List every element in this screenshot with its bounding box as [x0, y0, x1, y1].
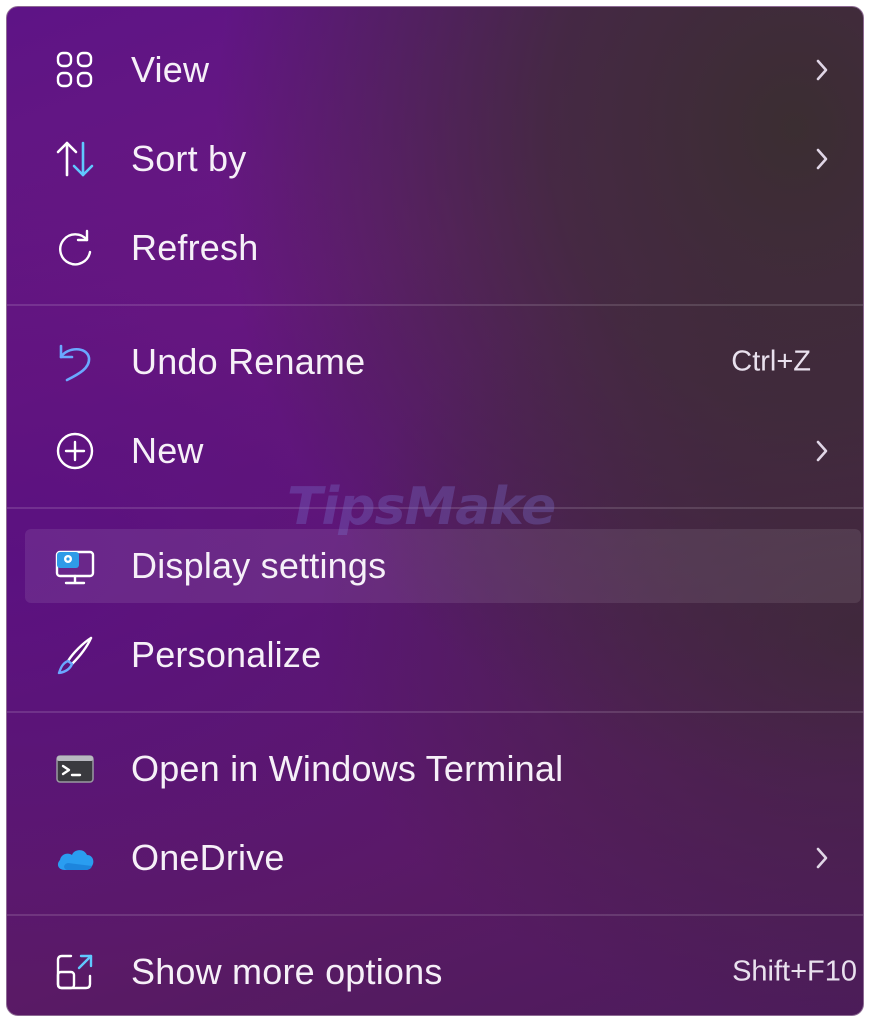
undo-icon	[53, 340, 97, 384]
menu-item-onedrive[interactable]: OneDrive	[25, 821, 861, 895]
display-settings-icon	[53, 544, 97, 588]
menu-item-display-settings[interactable]: Display settings	[25, 529, 861, 603]
menu-item-label: Open in Windows Terminal	[131, 748, 564, 789]
menu-separator	[7, 914, 863, 916]
menu-item-label: Show more options	[131, 951, 443, 992]
refresh-icon	[53, 226, 97, 270]
chevron-right-icon	[813, 145, 831, 173]
menu-separator	[7, 711, 863, 713]
view-grid-icon	[53, 48, 97, 92]
menu-item-label: Refresh	[131, 227, 259, 268]
menu-separator	[7, 507, 863, 509]
show-more-options-icon	[53, 950, 97, 994]
menu-item-new[interactable]: New	[25, 414, 861, 488]
menu-separator	[7, 304, 863, 306]
shortcut-hint: Ctrl+Z	[731, 345, 811, 378]
menu-item-personalize[interactable]: Personalize	[25, 618, 861, 692]
context-menu: View Sort by Refresh Undo Rename Ctrl+Z …	[6, 6, 864, 1016]
menu-item-sort-by[interactable]: Sort by	[25, 122, 861, 196]
menu-item-view[interactable]: View	[25, 33, 861, 107]
menu-item-label: Personalize	[131, 634, 322, 675]
onedrive-cloud-icon	[53, 836, 97, 880]
chevron-right-icon	[813, 437, 831, 465]
menu-item-label: Sort by	[131, 138, 247, 179]
menu-item-label: Undo Rename	[131, 341, 366, 382]
menu-item-label: Display settings	[131, 545, 387, 586]
plus-circle-icon	[53, 429, 97, 473]
chevron-right-icon	[813, 56, 831, 84]
menu-item-label: New	[131, 430, 204, 471]
terminal-icon	[53, 747, 97, 791]
shortcut-hint: Shift+F10	[732, 955, 857, 988]
menu-item-refresh[interactable]: Refresh	[25, 211, 861, 285]
menu-item-undo-rename[interactable]: Undo Rename Ctrl+Z	[25, 325, 861, 399]
menu-item-label: View	[131, 49, 210, 90]
sort-arrows-icon	[53, 137, 97, 181]
menu-item-open-terminal[interactable]: Open in Windows Terminal	[25, 732, 861, 806]
brush-icon	[53, 633, 97, 677]
menu-item-show-more-options[interactable]: Show more options Shift+F10	[25, 935, 861, 1009]
chevron-right-icon	[813, 844, 831, 872]
menu-item-label: OneDrive	[131, 837, 285, 878]
